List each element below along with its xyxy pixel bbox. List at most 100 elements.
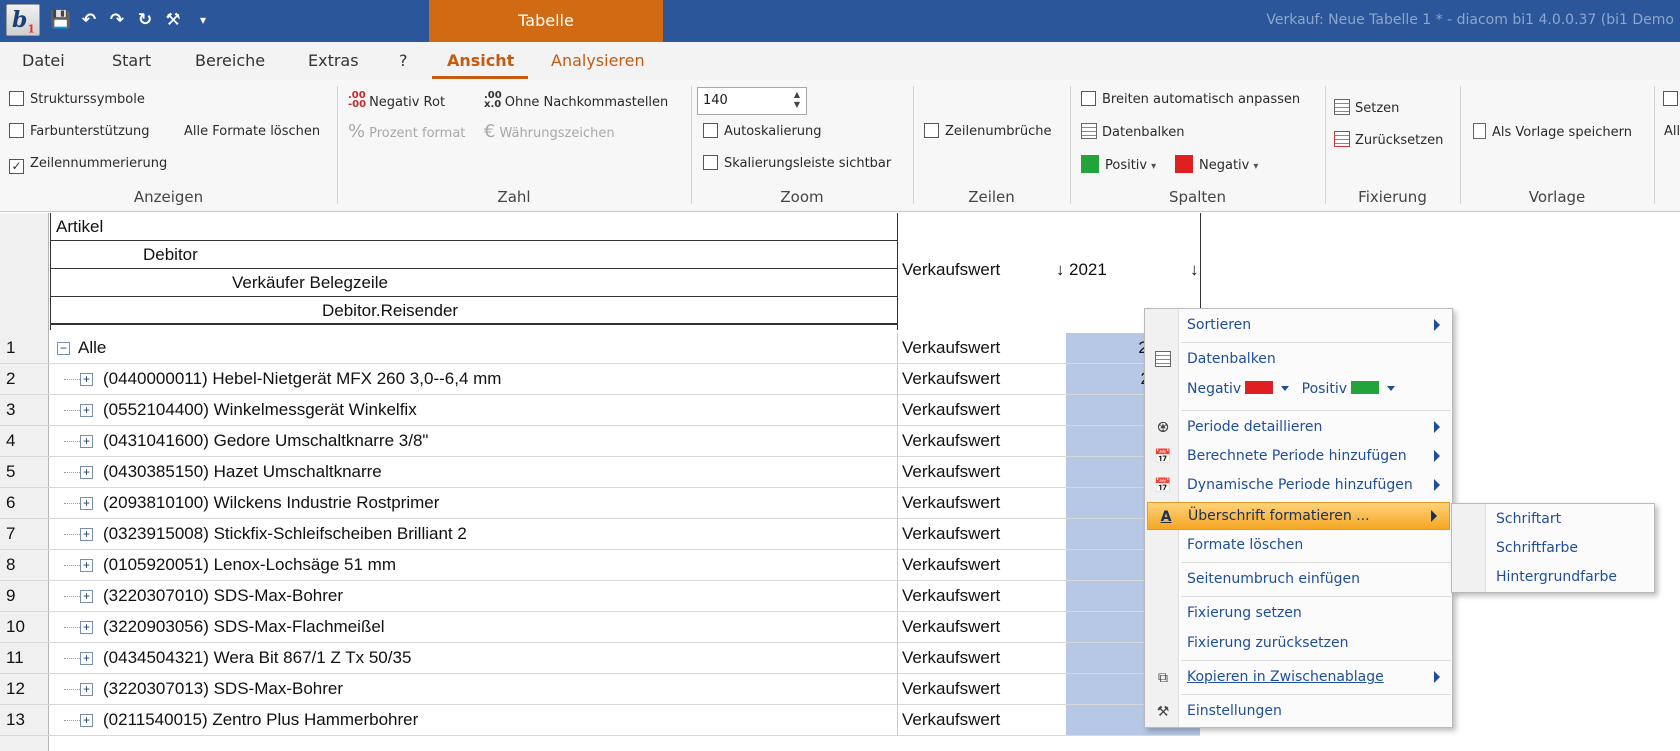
collapse-icon[interactable]: −	[57, 342, 70, 355]
checkbox-box[interactable]	[924, 123, 939, 138]
tab-start[interactable]: Start	[112, 51, 151, 70]
checkbox-box[interactable]	[9, 91, 24, 106]
waehrungszeichen-button[interactable]: € Währungszeichen	[484, 123, 615, 142]
customize-qat-icon[interactable]: ▾	[192, 6, 214, 34]
table-row[interactable]: 8 + (0105920051) Lenox-Lochsäge 51 mm Ve…	[0, 550, 1200, 581]
header-artikel[interactable]: Artikel	[50, 213, 897, 241]
table-row[interactable]: 6 + (2093810100) Wilckens Industrie Rost…	[0, 488, 1200, 519]
spin-arrows-icon[interactable]: ▲ ▼	[794, 90, 800, 110]
expand-icon[interactable]: +	[80, 559, 93, 572]
table-row[interactable]: 7 + (0323915008) Stickfix-Schleifscheibe…	[0, 519, 1200, 550]
tools-icon[interactable]: ⚒	[162, 6, 184, 34]
menu-item-dynamische-periode[interactable]: 📅 Dynamische Periode hinzufügen	[1145, 472, 1452, 500]
redo-icon[interactable]: ↷	[106, 6, 128, 34]
row-label[interactable]: (0430385150) Hazet Umschaltknarre	[103, 462, 382, 482]
expand-icon[interactable]: +	[80, 652, 93, 665]
checkbox-skalierungsleiste[interactable]: Skalierungsleiste sichtbar	[703, 155, 891, 173]
expand-icon[interactable]: +	[80, 683, 93, 696]
checkbox-zeilenumbrueche[interactable]: Zeilenumbrüche	[924, 123, 1052, 141]
header-year[interactable]: 2021	[1069, 256, 1107, 284]
expand-icon[interactable]: +	[80, 714, 93, 727]
tab-extras[interactable]: Extras	[308, 51, 359, 70]
positiv-color-dropdown[interactable]: Positiv ▾	[1081, 155, 1156, 173]
menu-item-fixierung-setzen[interactable]: Fixierung setzen	[1145, 600, 1452, 628]
menu-item-berechnete-periode[interactable]: 📅 Berechnete Periode hinzufügen	[1145, 443, 1452, 471]
header-verkaeufer[interactable]: Verkäufer Belegzeile	[50, 269, 897, 297]
expand-icon[interactable]: +	[80, 621, 93, 634]
expand-icon[interactable]: +	[80, 466, 93, 479]
negativ-rot-button[interactable]: .00 -00 Negativ Rot	[348, 91, 445, 111]
checkbox-autoskalierung[interactable]: Autoskalierung	[703, 123, 822, 141]
menu-item-seitenumbruch[interactable]: Seitenumbruch einfügen	[1145, 566, 1452, 594]
header-reisender[interactable]: Debitor.Reisender	[50, 297, 897, 325]
als-vorlage-speichern-button[interactable]: Als Vorlage speichern	[1473, 123, 1632, 141]
row-label[interactable]: (3220307013) SDS-Max-Bohrer	[103, 679, 343, 699]
tab-bereiche[interactable]: Bereiche	[195, 51, 265, 70]
negativ-color-dropdown[interactable]: Negativ ▾	[1175, 155, 1258, 173]
fixierung-zuruecksetzen-button[interactable]: Zurücksetzen	[1334, 131, 1443, 149]
checkbox-breiten-anpassen[interactable]: Breiten automatisch anpassen	[1081, 91, 1300, 109]
menu-item-ueberschrift-formatieren[interactable]: A Überschrift formatieren ...	[1147, 502, 1450, 530]
table-row[interactable]: 9 + (3220307010) SDS-Max-Bohrer Verkaufs…	[0, 581, 1200, 612]
checkbox-farbunterstuetzung[interactable]: Farbunterstützung	[9, 123, 150, 141]
menu-item-kopieren[interactable]: ⧉ Kopieren in Zwischenablage	[1145, 664, 1452, 692]
tab-ansicht[interactable]: Ansicht	[447, 51, 514, 70]
row-label[interactable]: (0211540015) Zentro Plus Hammerbohrer	[103, 710, 418, 730]
expand-icon[interactable]: +	[80, 404, 93, 417]
expand-icon[interactable]: +	[80, 528, 93, 541]
table-row[interactable]: 10 + (3220903056) SDS-Max-Flachmeißel Ve…	[0, 612, 1200, 643]
context-tab-tabelle[interactable]: Tabelle	[429, 0, 663, 42]
table-row[interactable]: 3 + (0552104400) Winkelmessgerät Winkelf…	[0, 395, 1200, 426]
tab-help[interactable]: ?	[399, 51, 408, 70]
checkbox-box[interactable]: ✓	[9, 159, 24, 174]
header-debitor[interactable]: Debitor	[50, 241, 897, 269]
undo-icon[interactable]: ↶	[78, 6, 100, 34]
expand-icon[interactable]: +	[80, 497, 93, 510]
checkbox-box[interactable]	[703, 123, 718, 138]
checkbox-box[interactable]	[1081, 91, 1096, 106]
fixierung-setzen-button[interactable]: Setzen	[1334, 99, 1399, 117]
table-row[interactable]: 5 + (0430385150) Hazet Umschaltknarre Ve…	[0, 457, 1200, 488]
sort-arrow-icon[interactable]: ↓	[1190, 256, 1199, 284]
row-label[interactable]: (0434504321) Wera Bit 867/1 Z Tx 50/35	[103, 648, 411, 668]
row-label[interactable]: (2093810100) Wilckens Industrie Rostprim…	[103, 493, 439, 513]
zoom-spinner[interactable]: 140 ▲ ▼	[697, 87, 807, 115]
row-label[interactable]: (0431041600) Gedore Umschaltknarre 3/8"	[103, 431, 428, 451]
row-label[interactable]: (3220307010) SDS-Max-Bohrer	[103, 586, 343, 606]
checkbox-zeilennummerierung[interactable]: ✓ Zeilennummerierung	[9, 155, 167, 174]
submenu-item-schriftfarbe[interactable]: Schriftfarbe	[1496, 540, 1578, 556]
table-row[interactable]: 11 + (0434504321) Wera Bit 867/1 Z Tx 50…	[0, 643, 1200, 674]
checkbox-box[interactable]	[703, 155, 718, 170]
expand-icon[interactable]: +	[80, 435, 93, 448]
row-label[interactable]: (3220903056) SDS-Max-Flachmeißel	[103, 617, 385, 637]
table-row[interactable]: 4 + (0431041600) Gedore Umschaltknarre 3…	[0, 426, 1200, 457]
expand-icon[interactable]: +	[80, 590, 93, 603]
table-row[interactable]: 1 − Alle Verkaufswert 2.1	[0, 333, 1200, 364]
header-measure[interactable]: Verkaufswert	[902, 256, 1052, 284]
negativ-dropdown[interactable]: Negativ	[1187, 381, 1290, 397]
prozent-format-button[interactable]: % Prozent format	[348, 123, 465, 142]
menu-item-einstellungen[interactable]: ⚒ Einstellungen	[1145, 698, 1452, 726]
submenu-item-schriftart[interactable]: Schriftart	[1496, 511, 1561, 527]
cut-off-button[interactable]: All	[1664, 123, 1680, 141]
row-label[interactable]: Alle	[78, 338, 106, 358]
table-row[interactable]: 13 + (0211540015) Zentro Plus Hammerbohr…	[0, 705, 1200, 736]
checkbox-box[interactable]	[1663, 91, 1678, 106]
row-label[interactable]: (0440000011) Hebel-Nietgerät MFX 260 3,0…	[103, 369, 501, 389]
menu-item-formate-loeschen[interactable]: Formate löschen	[1145, 532, 1452, 560]
positiv-dropdown[interactable]: Positiv	[1302, 381, 1396, 397]
tab-datei[interactable]: Datei	[22, 51, 65, 70]
expand-icon[interactable]: +	[80, 373, 93, 386]
tab-analysieren[interactable]: Analysieren	[551, 51, 645, 70]
checkbox-box[interactable]	[9, 123, 24, 138]
menu-item-periode-detaillieren[interactable]: ♼ Periode detaillieren	[1145, 414, 1452, 442]
table-row[interactable]: 2 + (0440000011) Hebel-Nietgerät MFX 260…	[0, 364, 1200, 395]
row-label[interactable]: (0552104400) Winkelmessgerät Winkelfix	[103, 400, 417, 420]
alle-formate-loeschen-button[interactable]: Alle Formate löschen	[184, 123, 320, 141]
sort-arrow-icon[interactable]: ↓	[1056, 256, 1065, 284]
row-label[interactable]: (0323915008) Stickfix-Schleifscheiben Br…	[103, 524, 467, 544]
row-label[interactable]: (0105920051) Lenox-Lochsäge 51 mm	[103, 555, 396, 575]
refresh-icon[interactable]: ↻	[134, 6, 156, 34]
checkbox-struktursymbole[interactable]: Strukturssymbole	[9, 91, 145, 109]
menu-item-sortieren[interactable]: Sortieren	[1145, 312, 1452, 340]
